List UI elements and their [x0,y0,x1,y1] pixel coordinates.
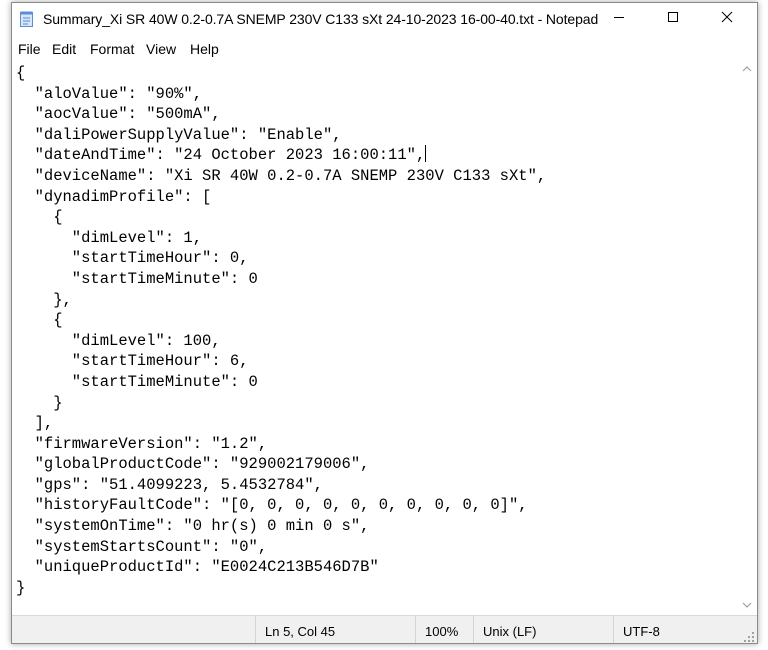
status-bar: Ln 5, Col 45 100% Unix (LF) UTF-8 [12,615,757,643]
status-cursor-position: Ln 5, Col 45 [265,624,336,639]
notepad-window: Summary_Xi SR 40W 0.2-0.7A SNEMP 230V C1… [11,2,758,644]
editor-line: } [16,393,63,412]
editor-line: { [16,64,26,82]
menu-format[interactable]: Format [90,41,134,57]
editor-line: ], [16,414,54,433]
editor-line: "dimLevel": 1, [16,228,203,247]
minimize-button[interactable] [596,3,642,35]
editor-line: "dateAndTime": "24 October 2023 16:00:11… [16,146,426,165]
editor-line: "startTimeMinute": 0 [16,269,258,288]
editor-line: "aloValue": "90%", [16,84,203,103]
status-line-ending: Unix (LF) [483,624,537,639]
scroll-up-button[interactable] [737,59,757,77]
editor-line: "systemOnTime": "0 hr(s) 0 min 0 s", [16,517,370,536]
scroll-down-arrow-icon [742,595,752,613]
editor-line: } [16,578,26,597]
close-button[interactable] [704,3,750,35]
resize-grip-icon[interactable] [743,630,755,642]
menu-file[interactable]: File [18,41,41,57]
editor-line: "dynadimProfile": [ [16,187,212,206]
close-icon [721,10,733,28]
editor-line: "deviceName": "Xi SR 40W 0.2-0.7A SNEMP … [16,166,547,185]
editor-line: "systemStartsCount": "0", [16,537,268,556]
editor-line: "aocValue": "500mA", [16,105,221,124]
editor-line: }, [16,290,72,309]
notepad-icon [20,11,34,27]
editor-line: "startTimeHour": 6, [16,352,249,371]
title-bar[interactable]: Summary_Xi SR 40W 0.2-0.7A SNEMP 230V C1… [12,3,757,35]
vertical-scrollbar[interactable] [737,59,757,613]
editor-line: "globalProductCode": "929002179006", [16,455,370,474]
status-divider [613,616,614,643]
editor-line: { [16,208,63,227]
editor-line: "uniqueProductId": "E0024C213B546D7B" [16,558,379,577]
editor-line: "startTimeMinute": 0 [16,372,258,391]
text-editor[interactable]: { "aloValue": "90%", "aocValue": "500mA"… [12,59,737,613]
menu-edit[interactable]: Edit [52,41,76,57]
editor-line: { [16,311,63,330]
editor-line: "startTimeHour": 0, [16,249,249,268]
scroll-down-button[interactable] [737,595,757,613]
status-zoom: 100% [425,624,459,639]
maximize-icon [667,10,679,28]
editor-line: "daliPowerSupplyValue": "Enable", [16,125,342,144]
editor-line: "historyFaultCode": "[0, 0, 0, 0, 0, 0, … [16,496,528,515]
minimize-icon [613,10,625,28]
text-caret [425,145,427,163]
status-divider [255,616,256,643]
editor-line: "firmwareVersion": "1.2", [16,434,268,453]
status-encoding: UTF-8 [623,624,660,639]
scroll-up-arrow-icon [742,59,752,77]
status-divider [415,616,416,643]
menu-help[interactable]: Help [190,41,219,57]
maximize-button[interactable] [650,3,696,35]
editor-line: "dimLevel": 100, [16,331,221,350]
editor-line: "gps": "51.4099223, 5.4532784", [16,475,323,494]
editor-text[interactable]: { "aloValue": "90%", "aocValue": "500mA"… [16,63,546,598]
window-title: Summary_Xi SR 40W 0.2-0.7A SNEMP 230V C1… [43,11,599,27]
status-divider [473,616,474,643]
menu-bar: File Edit Format View Help [12,35,757,59]
menu-view[interactable]: View [146,41,176,57]
